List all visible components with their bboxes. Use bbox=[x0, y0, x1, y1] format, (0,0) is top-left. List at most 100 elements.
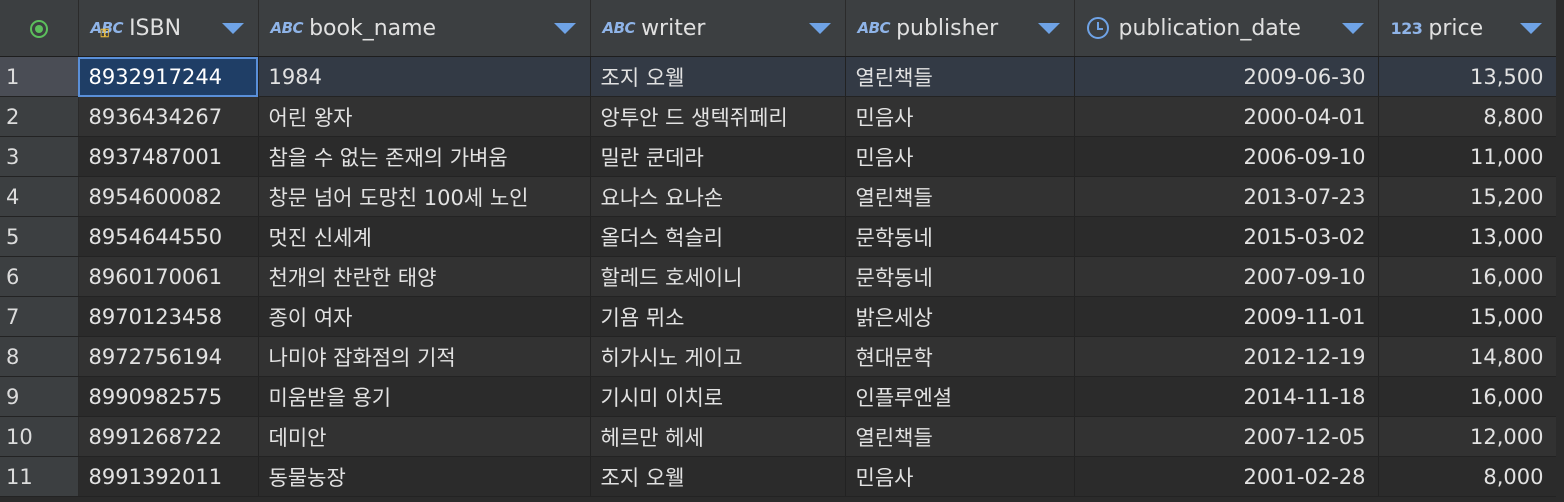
cell-isbn[interactable]: 8954644550 bbox=[78, 216, 259, 257]
column-header-price[interactable]: 123 price bbox=[1378, 0, 1557, 57]
column-header-book-name[interactable]: ABC book_name bbox=[258, 0, 591, 57]
row-number[interactable]: 8 bbox=[0, 336, 79, 377]
cell-writer[interactable]: 조지 오웰 bbox=[590, 56, 846, 97]
cell-publisher[interactable]: 밝은세상 bbox=[845, 296, 1075, 337]
cell-writer[interactable]: 기시미 이치로 bbox=[590, 376, 846, 417]
cell-writer[interactable]: 히가시노 게이고 bbox=[590, 336, 846, 377]
cell-publisher[interactable]: 열린책들 bbox=[845, 56, 1075, 97]
cell-book-name[interactable]: 어린 왕자 bbox=[258, 96, 591, 137]
cell-writer[interactable]: 앙투안 드 생텍쥐페리 bbox=[590, 96, 846, 137]
sort-arrow-icon[interactable] bbox=[1341, 22, 1364, 34]
cell-publication-date[interactable]: 2014-11-18 bbox=[1074, 376, 1379, 417]
cell-publisher[interactable]: 민음사 bbox=[845, 456, 1075, 497]
cell-price[interactable]: 8,800 bbox=[1378, 96, 1557, 137]
column-header-publisher[interactable]: ABC publisher bbox=[845, 0, 1075, 57]
cell-publisher[interactable]: 열린책들 bbox=[845, 416, 1075, 457]
cell-writer[interactable]: 헤르만 헤세 bbox=[590, 416, 846, 457]
cell-publication-date[interactable]: 2015-03-02 bbox=[1074, 216, 1379, 257]
cell-price[interactable]: 14,800 bbox=[1378, 336, 1557, 377]
cell-publication-date[interactable]: 2013-07-23 bbox=[1074, 176, 1379, 217]
column-header-writer[interactable]: ABC writer bbox=[590, 0, 846, 57]
column-header-publication-date[interactable]: publication_date bbox=[1074, 0, 1379, 57]
row-number[interactable]: 2 bbox=[0, 96, 79, 137]
cell-publisher[interactable]: 현대문학 bbox=[845, 336, 1075, 377]
cell-writer[interactable]: 조지 오웰 bbox=[590, 456, 846, 497]
cell-publication-date[interactable]: 2006-09-10 bbox=[1074, 136, 1379, 177]
table-row[interactable]: 11 8991392011 동물농장 조지 오웰 민음사 2001-02-28 … bbox=[0, 456, 1557, 497]
cell-publisher[interactable]: 민음사 bbox=[845, 96, 1075, 137]
cell-price[interactable]: 11,000 bbox=[1378, 136, 1557, 177]
cell-book-name[interactable]: 천개의 찬란한 태양 bbox=[258, 256, 591, 297]
cell-publication-date[interactable]: 2009-06-30 bbox=[1074, 56, 1379, 97]
sort-arrow-icon[interactable] bbox=[808, 22, 831, 34]
row-number[interactable]: 5 bbox=[0, 216, 79, 257]
cell-book-name[interactable]: 멋진 신세계 bbox=[258, 216, 591, 257]
table-row[interactable]: 5 8954644550 멋진 신세계 올더스 헉슬리 문학동네 2015-03… bbox=[0, 216, 1557, 257]
sort-arrow-icon[interactable] bbox=[1037, 22, 1060, 34]
vertical-scrollbar[interactable] bbox=[1556, 0, 1564, 502]
cell-price[interactable]: 13,500 bbox=[1378, 56, 1557, 97]
table-row[interactable]: 3 8937487001 참을 수 없는 존재의 가벼움 밀란 쿤데라 민음사 … bbox=[0, 136, 1557, 177]
row-number[interactable]: 3 bbox=[0, 136, 79, 177]
sort-arrow-icon[interactable] bbox=[221, 22, 244, 34]
row-number[interactable]: 11 bbox=[0, 456, 79, 497]
table-row[interactable]: 4 8954600082 창문 넘어 도망친 100세 노인 요나스 요나손 열… bbox=[0, 176, 1557, 217]
cell-publication-date[interactable]: 2001-02-28 bbox=[1074, 456, 1379, 497]
cell-isbn[interactable]: 8960170061 bbox=[78, 256, 259, 297]
cell-writer[interactable]: 할레드 호세이니 bbox=[590, 256, 846, 297]
cell-isbn[interactable]: 8990982575 bbox=[78, 376, 259, 417]
column-header-isbn[interactable]: ABC ⚿ ISBN bbox=[78, 0, 259, 57]
table-row[interactable]: 6 8960170061 천개의 찬란한 태양 할레드 호세이니 문학동네 20… bbox=[0, 256, 1557, 297]
cell-price[interactable]: 12,000 bbox=[1378, 416, 1557, 457]
cell-book-name[interactable]: 미움받을 용기 bbox=[258, 376, 591, 417]
cell-isbn[interactable]: 8991392011 bbox=[78, 456, 259, 497]
cell-price[interactable]: 16,000 bbox=[1378, 256, 1557, 297]
cell-book-name[interactable]: 동물농장 bbox=[258, 456, 591, 497]
row-number[interactable]: 10 bbox=[0, 416, 79, 457]
cell-price[interactable]: 13,000 bbox=[1378, 216, 1557, 257]
row-number[interactable]: 9 bbox=[0, 376, 79, 417]
cell-writer[interactable]: 기욤 뮈소 bbox=[590, 296, 846, 337]
table-row[interactable]: 8 8972756194 나미야 잡화점의 기적 히가시노 게이고 현대문학 2… bbox=[0, 336, 1557, 377]
cell-price[interactable]: 15,000 bbox=[1378, 296, 1557, 337]
cell-publication-date[interactable]: 2009-11-01 bbox=[1074, 296, 1379, 337]
cell-price[interactable]: 15,200 bbox=[1378, 176, 1557, 217]
table-row[interactable]: 9 8990982575 미움받을 용기 기시미 이치로 인플루엔셜 2014-… bbox=[0, 376, 1557, 417]
cell-isbn[interactable]: 8970123458 bbox=[78, 296, 259, 337]
cell-isbn[interactable]: 8991268722 bbox=[78, 416, 259, 457]
cell-book-name[interactable]: 참을 수 없는 존재의 가벼움 bbox=[258, 136, 591, 177]
cell-publisher[interactable]: 문학동네 bbox=[845, 216, 1075, 257]
cell-publication-date[interactable]: 2000-04-01 bbox=[1074, 96, 1379, 137]
sort-arrow-icon[interactable] bbox=[1519, 22, 1542, 34]
table-row[interactable]: 10 8991268722 데미안 헤르만 헤세 열린책들 2007-12-05… bbox=[0, 416, 1557, 457]
table-row[interactable]: 1 8932917244 1984 조지 오웰 열린책들 2009-06-30 … bbox=[0, 56, 1557, 97]
cell-isbn[interactable]: 8937487001 bbox=[78, 136, 259, 177]
row-number[interactable]: 1 bbox=[0, 56, 79, 97]
cell-publisher[interactable]: 인플루엔셜 bbox=[845, 376, 1075, 417]
cell-isbn[interactable]: 8936434267 bbox=[78, 96, 259, 137]
cell-book-name[interactable]: 1984 bbox=[258, 56, 591, 97]
cell-book-name[interactable]: 나미야 잡화점의 기적 bbox=[258, 336, 591, 377]
cell-isbn[interactable]: 8954600082 bbox=[78, 176, 259, 217]
sort-arrow-icon[interactable] bbox=[553, 22, 576, 34]
row-number[interactable]: 7 bbox=[0, 296, 79, 337]
cell-book-name[interactable]: 창문 넘어 도망친 100세 노인 bbox=[258, 176, 591, 217]
cell-isbn[interactable]: 8972756194 bbox=[78, 336, 259, 377]
table-row[interactable]: 2 8936434267 어린 왕자 앙투안 드 생텍쥐페리 민음사 2000-… bbox=[0, 96, 1557, 137]
select-all-corner[interactable] bbox=[0, 0, 79, 57]
row-number[interactable]: 6 bbox=[0, 256, 79, 297]
cell-publication-date[interactable]: 2012-12-19 bbox=[1074, 336, 1379, 377]
cell-price[interactable]: 16,000 bbox=[1378, 376, 1557, 417]
select-all-icon[interactable] bbox=[29, 19, 48, 38]
cell-isbn[interactable]: 8932917244 bbox=[78, 56, 259, 97]
cell-writer[interactable]: 올더스 헉슬리 bbox=[590, 216, 846, 257]
table-row[interactable]: 7 8970123458 종이 여자 기욤 뮈소 밝은세상 2009-11-01… bbox=[0, 296, 1557, 337]
cell-price[interactable]: 8,000 bbox=[1378, 456, 1557, 497]
cell-publisher[interactable]: 문학동네 bbox=[845, 256, 1075, 297]
cell-publisher[interactable]: 열린책들 bbox=[845, 176, 1075, 217]
cell-book-name[interactable]: 종이 여자 bbox=[258, 296, 591, 337]
row-number[interactable]: 4 bbox=[0, 176, 79, 217]
cell-publication-date[interactable]: 2007-09-10 bbox=[1074, 256, 1379, 297]
cell-book-name[interactable]: 데미안 bbox=[258, 416, 591, 457]
cell-publisher[interactable]: 민음사 bbox=[845, 136, 1075, 177]
